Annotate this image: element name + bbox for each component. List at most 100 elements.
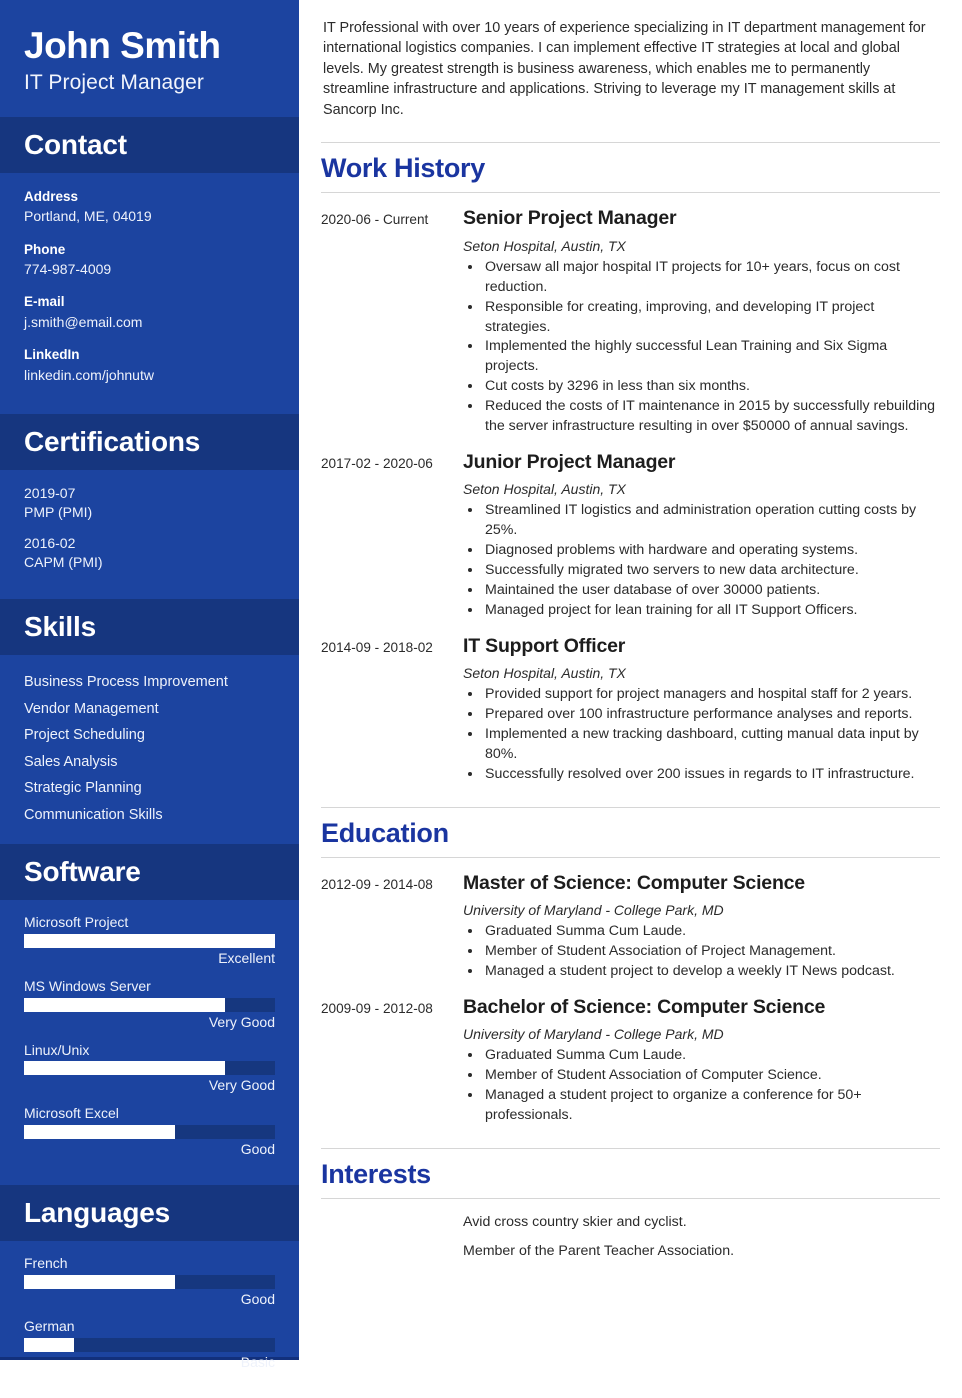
work-entry-org: Seton Hospital, Austin, TX xyxy=(463,237,626,254)
contact-label-linkedin: LinkedIn xyxy=(24,347,80,363)
skill-item: Strategic Planning xyxy=(24,780,142,797)
software-meter-track xyxy=(24,934,275,949)
language-meter-fill xyxy=(24,1274,175,1289)
language-meter: German Basic xyxy=(24,1318,275,1371)
bullet-item: Reduced the costs of IT maintenance in 2… xyxy=(483,397,940,437)
contact-label-phone: Phone xyxy=(24,241,66,257)
section-heading-education: Education xyxy=(321,817,449,848)
bullet-item: Implemented the highly successful Lean T… xyxy=(483,337,940,377)
work-entry-body: IT Support Officer Seton Hospital, Austi… xyxy=(463,635,940,785)
section-heading-interests-wrap: Interests xyxy=(321,1147,940,1199)
contact-section: Address Portland, ME, 04019 Phone 774-98… xyxy=(0,173,299,414)
software-level: Very Good xyxy=(208,1013,275,1030)
work-entry-org: Seton Hospital, Austin, TX xyxy=(463,481,626,498)
education-entry-points: Graduated Summa Cum Laude. Member of Stu… xyxy=(483,1046,940,1126)
language-level: Basic xyxy=(240,1354,275,1371)
bullet-item: Provided support for project managers an… xyxy=(483,685,940,705)
education-entry-title: Bachelor of Science: Computer Science xyxy=(463,995,826,1018)
section-heading-certifications: Certifications xyxy=(0,414,299,471)
software-label: Linux/Unix xyxy=(24,1041,90,1058)
software-meter-track xyxy=(24,1124,275,1139)
bullet-item: Graduated Summa Cum Laude. xyxy=(483,1046,940,1066)
education-entry-org: University of Maryland - College Park, M… xyxy=(463,1026,724,1043)
contact-value-linkedin[interactable]: linkedin.com/johnutw xyxy=(24,365,275,385)
section-heading-contact: Contact xyxy=(0,116,299,173)
bullet-item: Oversaw all major hospital IT projects f… xyxy=(483,258,940,298)
contact-field: Address Portland, ME, 04019 xyxy=(24,187,275,227)
certification-date: 2019-07 xyxy=(24,485,76,502)
work-entry: 2020-06 - Current Senior Project Manager… xyxy=(321,207,940,436)
work-entry-body: Senior Project Manager Seton Hospital, A… xyxy=(463,207,940,436)
education-entry-org: University of Maryland - College Park, M… xyxy=(463,902,724,919)
work-entry-dates: 2014-09 - 2018-02 xyxy=(321,639,433,655)
certifications-section: 2019-07 PMP (PMI) 2016-02 CAPM (PMI) xyxy=(0,470,299,599)
work-entry-title: Junior Project Manager xyxy=(463,450,676,473)
education-entry-title: Master of Science: Computer Science xyxy=(463,871,805,894)
resume-page: John Smith IT Project Manager Contact Ad… xyxy=(0,0,962,1370)
work-entry-body: Junior Project Manager Seton Hospital, A… xyxy=(463,451,940,621)
bullet-item: Implemented a new tracking dashboard, cu… xyxy=(483,725,940,765)
software-level: Good xyxy=(240,1140,275,1157)
skills-section: Business Process Improvement Vendor Mana… xyxy=(0,655,299,844)
work-entry: 2014-09 - 2018-02 IT Support Officer Set… xyxy=(321,635,940,785)
software-level: Very Good xyxy=(208,1077,275,1094)
contact-label-email: E-mail xyxy=(24,294,65,310)
education-entry-body: Master of Science: Computer Science Univ… xyxy=(463,872,940,982)
interests-list: Avid cross country skier and cyclist. Me… xyxy=(321,1213,940,1262)
bullet-item: Member of Student Association of Compute… xyxy=(483,1066,940,1086)
work-entry: 2017-02 - 2020-06 Junior Project Manager… xyxy=(321,451,940,621)
work-entry-dates: 2020-06 - Current xyxy=(321,212,429,228)
work-entry-dates: 2017-02 - 2020-06 xyxy=(321,455,433,471)
sidebar: John Smith IT Project Manager Contact Ad… xyxy=(0,0,299,1370)
professional-summary: IT Professional with over 10 years of ex… xyxy=(323,20,926,118)
software-meter-track xyxy=(24,1061,275,1076)
contact-label-address: Address xyxy=(24,188,79,204)
bullet-item: Diagnosed problems with hardware and ope… xyxy=(483,541,940,561)
language-label: German xyxy=(24,1318,75,1335)
software-meter-track xyxy=(24,997,275,1012)
bullet-item: Graduated Summa Cum Laude. xyxy=(483,922,940,942)
contact-field: LinkedIn linkedin.com/johnutw xyxy=(24,345,275,385)
contact-value-address: Portland, ME, 04019 xyxy=(24,208,152,225)
education-entry: 2009-09 - 2012-08 Bachelor of Science: C… xyxy=(321,996,940,1126)
language-meter-fill xyxy=(24,1338,75,1353)
work-entry-title: IT Support Officer xyxy=(463,634,626,657)
bullet-item: Streamlined IT logistics and administrat… xyxy=(483,501,940,541)
bullet-item: Managed a student project to organize a … xyxy=(483,1086,940,1126)
software-level: Excellent xyxy=(218,950,275,967)
software-meter: Microsoft Excel Good xyxy=(24,1105,275,1158)
software-meter: MS Windows Server Very Good xyxy=(24,978,275,1031)
skill-item: Vendor Management xyxy=(24,700,159,717)
software-section: Microsoft Project Excellent MS Windows S… xyxy=(0,900,299,1184)
section-heading-skills: Skills xyxy=(0,599,299,656)
language-level: Good xyxy=(240,1290,275,1307)
education-entry-points: Graduated Summa Cum Laude. Member of Stu… xyxy=(483,922,940,982)
education-entry-body: Bachelor of Science: Computer Science Un… xyxy=(463,996,940,1126)
contact-value-email[interactable]: j.smith@email.com xyxy=(24,312,275,332)
skill-item: Business Process Improvement xyxy=(24,674,228,691)
skill-item: Communication Skills xyxy=(24,806,163,823)
name-block: John Smith IT Project Manager xyxy=(0,0,299,117)
main-content: IT Professional with over 10 years of ex… xyxy=(299,0,962,1360)
contact-field: E-mail j.smith@email.com xyxy=(24,292,275,332)
work-entry-title: Senior Project Manager xyxy=(463,207,677,230)
section-heading-interests: Interests xyxy=(321,1158,431,1189)
bullet-item: Successfully migrated two servers to new… xyxy=(483,561,940,581)
work-entry-points: Oversaw all major hospital IT projects f… xyxy=(483,258,940,437)
bullet-item: Member of Student Association of Project… xyxy=(483,942,940,962)
certification-date: 2016-02 xyxy=(24,534,76,551)
software-meter: Linux/Unix Very Good xyxy=(24,1042,275,1095)
languages-section: French Good German Basic xyxy=(0,1241,299,1398)
bullet-item: Maintained the user database of over 300… xyxy=(483,581,940,601)
work-entry-org: Seton Hospital, Austin, TX xyxy=(463,665,626,682)
language-meter: French Good xyxy=(24,1255,275,1308)
work-entry-points: Provided support for project managers an… xyxy=(483,685,940,784)
work-entry-points: Streamlined IT logistics and administrat… xyxy=(483,501,940,620)
section-heading-languages: Languages xyxy=(0,1184,299,1241)
contact-field: Phone 774-987-4009 xyxy=(24,240,275,280)
language-meter-track xyxy=(24,1274,275,1289)
candidate-name: John Smith xyxy=(24,25,221,66)
skill-item: Project Scheduling xyxy=(24,727,145,744)
contact-value-phone: 774-987-4009 xyxy=(24,261,112,278)
section-heading-work-history: Work History xyxy=(321,153,485,184)
